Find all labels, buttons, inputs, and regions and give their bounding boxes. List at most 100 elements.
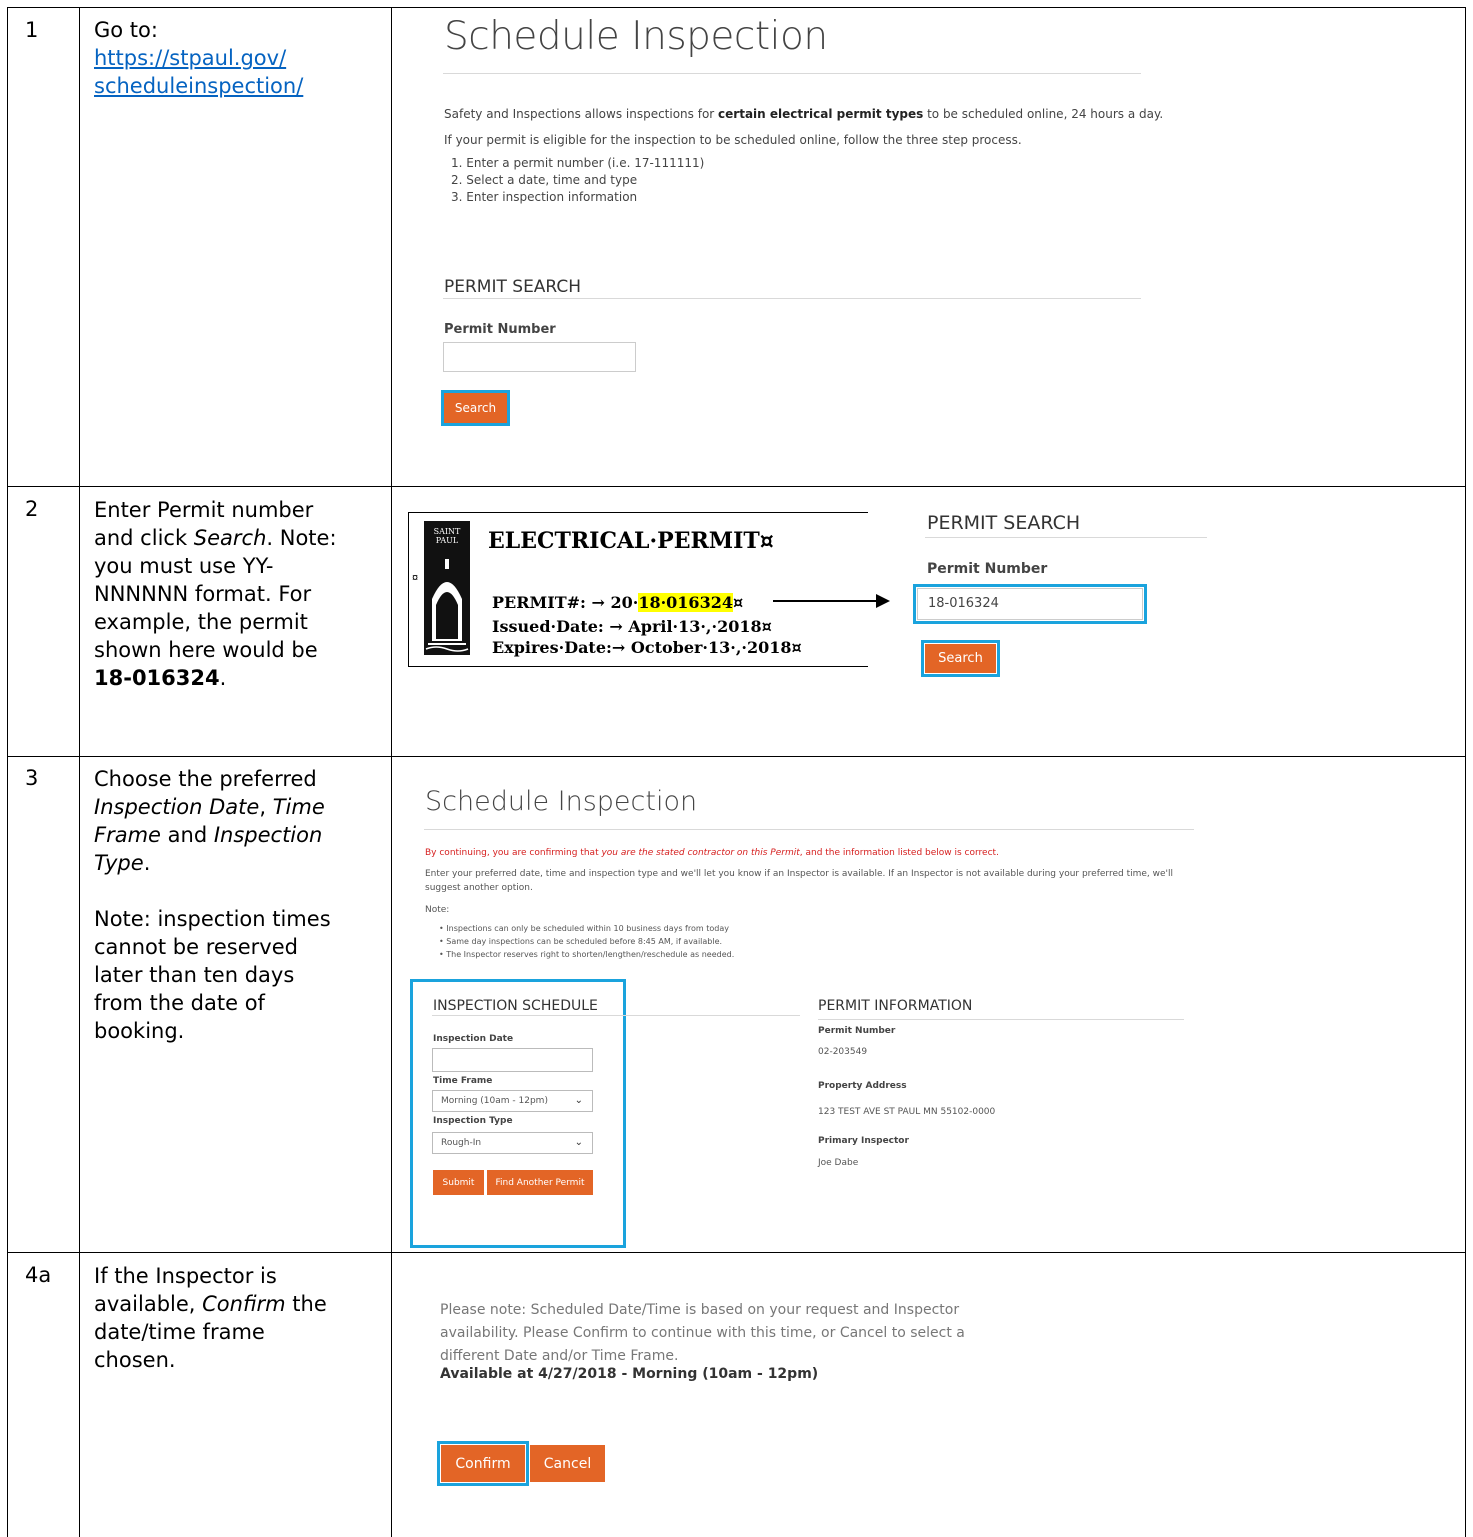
section-rule	[432, 1015, 800, 1016]
search-button[interactable]: Search	[925, 644, 996, 673]
step-number: 3	[25, 766, 39, 790]
search-button[interactable]: Search	[444, 393, 507, 423]
confirm-button[interactable]: Confirm	[441, 1445, 525, 1482]
permit-search-heading: PERMIT SEARCH	[927, 512, 1081, 534]
table-border-left	[7, 7, 8, 1537]
arrow-head-icon	[876, 594, 890, 608]
permit-number-value: 02-203549	[818, 1047, 868, 1057]
section-rule	[818, 1019, 1184, 1020]
inspection-date-input[interactable]	[432, 1048, 593, 1072]
step-list-item: 3. Enter inspection information	[451, 190, 638, 204]
desc-text: Frame and Inspection	[94, 823, 323, 847]
permit-document-border	[408, 666, 868, 667]
availability-note: different Date and/or Time Frame.	[440, 1348, 679, 1364]
table-border-right	[1465, 7, 1466, 1537]
desc-text: NNNNNN format. For	[94, 582, 312, 606]
desc-text: later than ten days	[94, 963, 295, 987]
desc-text: from the date of	[94, 991, 265, 1015]
desc-text: If the Inspector is	[94, 1264, 277, 1288]
schedule-inspection-link[interactable]: https://stpaul.gov/scheduleinspection/	[94, 46, 303, 98]
note-label: Note:	[425, 905, 450, 915]
col-divider-2	[391, 7, 392, 1537]
desc-text: available, Confirm the	[94, 1292, 327, 1316]
desc-text: booking.	[94, 1019, 185, 1043]
row-divider-1	[7, 486, 1466, 487]
saint-paul-seal-icon: SAINT PAUL	[424, 521, 470, 655]
desc-text: 18-016324.	[94, 666, 227, 690]
time-frame-label: Time Frame	[433, 1076, 493, 1086]
step-description: Enter Permit number and click Search. No…	[94, 496, 374, 692]
instructions-text: Enter your preferred date, time and insp…	[425, 869, 1174, 879]
chevron-down-icon: ⌄	[574, 1137, 583, 1148]
desc-text: and click Search. Note:	[94, 526, 337, 550]
inspection-type-select[interactable]: Rough-In ⌄	[432, 1132, 593, 1154]
property-address-label: Property Address	[818, 1081, 907, 1091]
available-slot: Available at 4/27/2018 - Morning (10am -…	[440, 1366, 819, 1382]
chevron-down-icon: ⌄	[574, 1095, 583, 1106]
submit-button[interactable]: Submit	[433, 1170, 484, 1195]
inspection-schedule-highlight	[410, 979, 626, 1248]
step-number: 2	[25, 497, 39, 521]
section-rule	[443, 298, 1141, 299]
note-bullet: • The Inspector reserves right to shorte…	[439, 950, 735, 959]
permit-number-label: Permit Number	[818, 1026, 896, 1036]
page-title: Schedule Inspection	[425, 786, 698, 817]
eligible-text: If your permit is eligible for the inspe…	[444, 133, 1022, 147]
desc-text: cannot be reserved	[94, 935, 298, 959]
inspection-schedule-heading: INSPECTION SCHEDULE	[433, 998, 598, 1014]
find-another-permit-button[interactable]: Find Another Permit	[487, 1170, 593, 1195]
desc-text: Type.	[94, 851, 151, 875]
desc-text: Note: inspection times	[94, 907, 331, 931]
permit-number-label: Permit Number	[927, 561, 1048, 577]
page-title: Schedule Inspection	[444, 14, 828, 59]
cathedral-icon	[425, 559, 469, 652]
step-list-item: 2. Select a date, time and type	[451, 173, 638, 187]
primary-inspector-label: Primary Inspector	[818, 1136, 909, 1146]
primary-inspector-value: Joe Dabe	[818, 1158, 859, 1168]
availability-note: Please note: Scheduled Date/Time is base…	[440, 1302, 960, 1318]
note-bullet: • Same day inspections can be scheduled …	[439, 937, 723, 946]
pilcrow-mark: ¤	[412, 572, 419, 584]
permit-search-heading: PERMIT SEARCH	[444, 277, 582, 297]
contractor-warning: By continuing, you are confirming that y…	[425, 848, 999, 858]
desc-text: Inspection Date, Time	[94, 795, 325, 819]
desc-text: Enter Permit number	[94, 498, 314, 522]
section-rule	[925, 537, 1207, 538]
row-divider-3	[7, 1252, 1466, 1253]
permit-number-input[interactable]	[443, 342, 636, 372]
desc-text: example, the permit	[94, 610, 308, 634]
availability-note: availability. Please Confirm to continue…	[440, 1325, 965, 1341]
property-address-value: 123 TEST AVE ST PAUL MN 55102-0000	[818, 1107, 996, 1117]
inspection-date-label: Inspection Date	[433, 1034, 514, 1044]
time-frame-select[interactable]: Morning (10am - 12pm) ⌄	[432, 1090, 593, 1112]
step-description: Go to: https://stpaul.gov/scheduleinspec…	[94, 16, 374, 100]
desc-text: date/time frame	[94, 1320, 265, 1344]
step-list-item: 1. Enter a permit number (i.e. 17-111111…	[451, 156, 705, 170]
expires-date-line: Expires·Date:→ October·13·,·2018¤	[492, 638, 802, 657]
instructions-text: suggest another option.	[425, 883, 533, 893]
desc-text: Choose the preferred	[94, 767, 317, 791]
arrow-icon	[773, 600, 878, 602]
desc-text: chosen.	[94, 1348, 176, 1372]
intro-text: Safety and Inspections allows inspection…	[444, 107, 1164, 121]
note-bullet: • Inspections can only be scheduled with…	[439, 924, 729, 933]
desc-text: you must use YY-	[94, 554, 274, 578]
desc-text: shown here would be	[94, 638, 318, 662]
permit-information-heading: PERMIT INFORMATION	[818, 998, 973, 1014]
permit-title: ELECTRICAL·PERMIT¤	[488, 528, 774, 554]
inspection-type-label: Inspection Type	[433, 1116, 513, 1126]
permit-number-input[interactable]: 18-016324	[917, 588, 1143, 620]
title-rule	[443, 73, 1141, 74]
cancel-button[interactable]: Cancel	[530, 1445, 605, 1482]
step-number: 4a	[25, 1263, 52, 1287]
col-divider-1	[79, 7, 80, 1537]
table-border-top	[7, 7, 1466, 8]
desc-text: Go to:	[94, 18, 158, 42]
title-rule	[424, 829, 1194, 830]
row-divider-2	[7, 756, 1466, 757]
permit-number-line: PERMIT#: → 20·18·016324¤	[492, 593, 744, 612]
step-number: 1	[25, 18, 39, 42]
issued-date-line: Issued·Date: → April·13·,·2018¤	[492, 617, 772, 636]
step-description: Choose the preferred Inspection Date, Ti…	[94, 765, 374, 1045]
permit-number-label: Permit Number	[444, 322, 556, 337]
